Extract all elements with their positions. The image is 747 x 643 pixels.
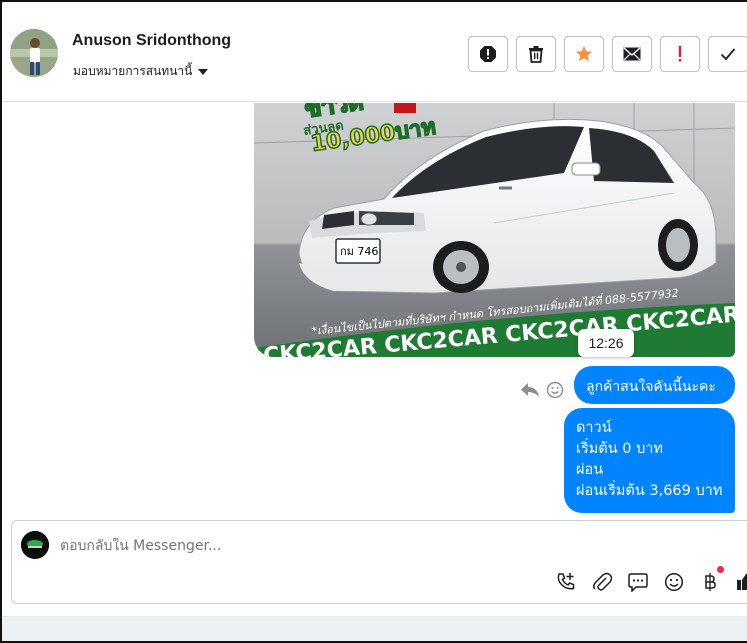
- spam-icon: [480, 46, 496, 62]
- message-thread: ข่าวดี ส่วนลด 10,000บาท กม 746 *เงื่อนไข…: [2, 103, 747, 513]
- license-plate: กม 746: [340, 245, 378, 258]
- star-icon: [575, 45, 593, 62]
- thumbs-up-icon: [737, 573, 747, 590]
- conversation-header: Anuson Sridonthong มอบหมายการสนทนานี้: [2, 2, 747, 102]
- caret-down-icon: [198, 68, 209, 75]
- payment-button[interactable]: [699, 566, 724, 593]
- contact-name[interactable]: Anuson Sridonthong: [72, 32, 231, 50]
- emoji-icon: [664, 572, 684, 592]
- delete-button[interactable]: [516, 36, 556, 72]
- trash-icon: [529, 46, 543, 63]
- message-timestamp: 12:26: [578, 329, 634, 357]
- star-button[interactable]: [564, 36, 604, 72]
- messenger-frame: Anuson Sridonthong มอบหมายการสนทนานี้ ข่…: [0, 0, 747, 643]
- react-emoji-icon[interactable]: [546, 381, 564, 399]
- message-bubble[interactable]: ลูกค้าสนใจคันนี้นะคะ: [574, 366, 735, 404]
- like-button[interactable]: [735, 571, 747, 593]
- message-line: ผ่อน: [576, 462, 604, 478]
- paperclip-icon: [592, 572, 612, 591]
- envelope-icon: [623, 47, 641, 61]
- mark-done-button[interactable]: [708, 36, 747, 72]
- baht-icon: [705, 573, 716, 591]
- message-line: เริ่มต้น 0 บาท: [576, 441, 663, 457]
- composer-toolbar: [555, 566, 747, 593]
- page-avatar: [21, 531, 49, 559]
- saved-reply-icon: [628, 573, 648, 592]
- mark-unread-button[interactable]: [612, 36, 652, 72]
- mark-spam-button[interactable]: [468, 36, 508, 72]
- assign-label: มอบหมายการสนทนานี้: [73, 64, 193, 78]
- reply-composer: [11, 520, 747, 604]
- exclamation-icon: [678, 46, 682, 62]
- message-bubble[interactable]: ดาวน์ เริ่มต้น 0 บาท ผ่อน ผ่อนเริ่มต้น 3…: [564, 408, 735, 513]
- notification-dot: [717, 566, 724, 573]
- reply-icon[interactable]: [520, 381, 540, 399]
- message-line: ผ่อนเริ่มต้น 3,669 บาท: [576, 483, 723, 499]
- contact-avatar[interactable]: [10, 29, 58, 77]
- assign-conversation-dropdown[interactable]: มอบหมายการสนทนานี้: [73, 62, 209, 81]
- follow-up-button[interactable]: [660, 36, 700, 72]
- reply-input[interactable]: [60, 538, 460, 554]
- emoji-button[interactable]: [663, 571, 685, 593]
- attach-button[interactable]: [591, 571, 613, 593]
- car-image-attachment[interactable]: ข่าวดี ส่วนลด 10,000บาท กม 746 *เงื่อนไข…: [254, 103, 735, 357]
- call-button[interactable]: [555, 571, 577, 593]
- message-line: ดาวน์: [576, 420, 612, 436]
- phone-plus-icon: [557, 573, 575, 590]
- message-actions: [520, 381, 564, 399]
- saved-replies-button[interactable]: [627, 571, 649, 593]
- bottom-bar: [2, 616, 747, 641]
- checkmark-icon: [720, 48, 736, 61]
